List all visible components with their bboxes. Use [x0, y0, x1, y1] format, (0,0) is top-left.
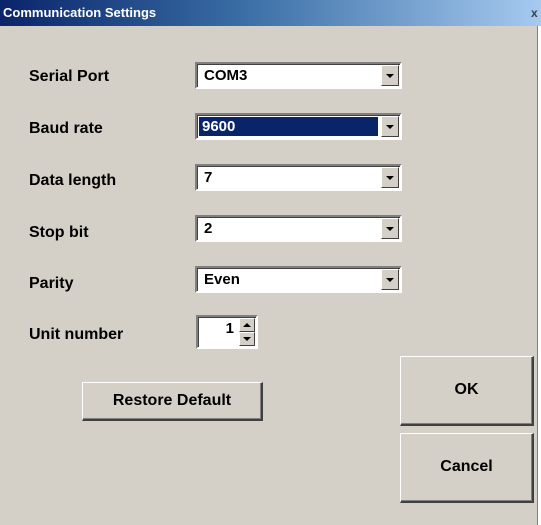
parity-value: Even — [204, 271, 240, 288]
stop-bit-label: Stop bit — [29, 224, 89, 241]
title-bar[interactable]: Communication Settings x — [0, 0, 541, 26]
spin-up-button[interactable] — [239, 318, 255, 332]
serial-port-value: COM3 — [204, 67, 248, 84]
unit-number-spinner[interactable]: 1 — [196, 315, 258, 349]
chevron-down-icon — [386, 176, 394, 180]
parity-dropdown-button[interactable] — [381, 269, 399, 290]
chevron-down-icon — [386, 278, 394, 282]
parity-select[interactable]: Even — [195, 266, 402, 293]
serial-port-select[interactable]: COM3 — [195, 62, 402, 89]
unit-number-label: Unit number — [29, 326, 124, 343]
ok-button[interactable]: OK — [400, 356, 534, 426]
data-length-select[interactable]: 7 — [195, 164, 402, 191]
baud-rate-select[interactable]: 9600 — [195, 113, 402, 140]
cancel-button[interactable]: Cancel — [400, 433, 534, 503]
stop-bit-value: 2 — [204, 220, 213, 237]
serial-port-label: Serial Port — [29, 68, 110, 85]
parity-label: Parity — [29, 275, 74, 292]
communication-settings-dialog: Communication Settings x Serial Port COM… — [0, 0, 541, 525]
data-length-dropdown-button[interactable] — [381, 167, 399, 188]
stop-bit-select[interactable]: 2 — [195, 215, 402, 242]
close-icon[interactable]: x — [531, 0, 541, 26]
data-length-label: Data length — [29, 172, 117, 189]
data-length-value: 7 — [204, 169, 213, 186]
chevron-down-icon — [243, 337, 251, 341]
serial-port-dropdown-button[interactable] — [381, 65, 399, 86]
baud-rate-label: Baud rate — [29, 120, 103, 137]
window-title: Communication Settings — [3, 5, 157, 20]
chevron-up-icon — [243, 323, 251, 327]
stop-bit-dropdown-button[interactable] — [381, 218, 399, 239]
spin-down-button[interactable] — [239, 332, 255, 346]
baud-rate-dropdown-button[interactable] — [381, 116, 399, 137]
baud-rate-value: 9600 — [199, 117, 378, 136]
chevron-down-icon — [386, 125, 394, 129]
chevron-down-icon — [386, 74, 394, 78]
restore-default-button[interactable]: Restore Default — [82, 382, 263, 421]
unit-number-value[interactable]: 1 — [226, 320, 234, 337]
chevron-down-icon — [386, 227, 394, 231]
